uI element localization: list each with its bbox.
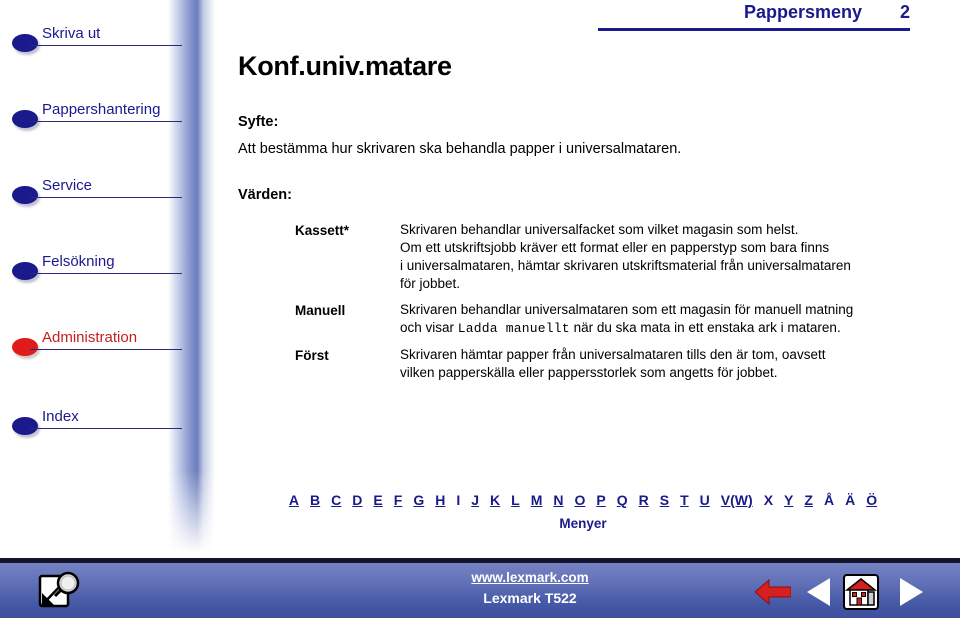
purpose-text: Att bestämma hur skrivaren ska behandla …	[238, 141, 682, 157]
alpha-link-t[interactable]: T	[680, 492, 689, 508]
values-table: Kassett* Skrivaren behandlar universalfac…	[295, 221, 925, 382]
alpha-link-s[interactable]: S	[660, 492, 669, 508]
sidebar-item-rule	[30, 121, 182, 122]
menyer-link[interactable]: Menyer	[559, 516, 606, 531]
home-icon[interactable]	[843, 574, 879, 610]
sidebar-item-label: Service	[42, 177, 93, 194]
alpha-link-h[interactable]: H	[435, 492, 445, 508]
value-description: Skrivaren behandlar universalfacket som …	[400, 221, 925, 293]
sidebar-item-label: Felsökning	[42, 253, 115, 270]
alpha-link-j[interactable]: J	[471, 492, 479, 508]
bullet-icon	[12, 417, 38, 435]
printer-model-label: Lexmark T522	[483, 590, 577, 606]
alpha-link-q[interactable]: Q	[617, 492, 628, 508]
page-header: Pappersmeny 2	[598, 0, 918, 36]
alpha-link-ö[interactable]: Ö	[866, 492, 877, 508]
header-divider	[598, 28, 910, 31]
alpha-link-e[interactable]: E	[373, 492, 382, 508]
back-arrow-icon[interactable]	[754, 577, 792, 607]
alpha-link-vw[interactable]: V(W)	[721, 492, 753, 508]
bullet-icon	[12, 110, 38, 128]
sidebar-item-label: Administration	[42, 329, 138, 346]
value-description-line: i universalmataren, hämtar skrivaren uts…	[400, 258, 851, 273]
alpha-link-b[interactable]: B	[310, 492, 320, 508]
footer-bar: www.lexmark.com Lexmark T522	[0, 558, 960, 618]
sidebar-item-label: Index	[42, 408, 79, 425]
bullet-icon	[12, 262, 38, 280]
value-description-line: för jobbet.	[400, 276, 461, 291]
alpha-link-o[interactable]: O	[575, 492, 586, 508]
sidebar-item-rule	[30, 428, 182, 429]
alpha-link-p[interactable]: P	[596, 492, 605, 508]
alpha-link-a[interactable]: A	[289, 492, 299, 508]
sidebar-item-rule	[30, 349, 182, 350]
sidebar-item-administration[interactable]: Administration	[0, 329, 200, 359]
alpha-link-f[interactable]: F	[394, 492, 403, 508]
value-name: Manuell	[295, 303, 346, 318]
text-segment: när du ska mata in ett enstaka ark i mat…	[569, 320, 841, 335]
value-name: Kassett*	[295, 223, 350, 238]
alpha-link-u[interactable]: U	[700, 492, 710, 508]
alphabet-letters: A B C D E F G H I J K L M N O P Q R S T U V(W) X Y Z Å Ä Ö	[238, 492, 928, 508]
page-number: 2	[899, 2, 910, 22]
document-title: Konf.univ.matare	[238, 51, 452, 81]
search-icon[interactable]	[38, 571, 82, 613]
alpha-link-k[interactable]: K	[490, 492, 500, 508]
value-description-line: Om ett utskriftsjobb kräver ett format e…	[400, 240, 830, 255]
alpha-link-i[interactable]: I	[456, 492, 460, 508]
alpha-link-x[interactable]: X	[764, 492, 773, 508]
alpha-link-y[interactable]: Y	[784, 492, 793, 508]
value-description-line: och visar Ladda manuellt när du ska mata…	[400, 319, 925, 338]
next-page-icon[interactable]	[898, 577, 924, 607]
sidebar-item-label: Skriva ut	[42, 25, 101, 42]
lexmark-website-link[interactable]: www.lexmark.com	[430, 570, 630, 585]
document-page: Skriva ut Pappershantering Service Felsö…	[0, 0, 960, 618]
alpha-link-å[interactable]: Å	[824, 492, 834, 508]
value-row: Först Skrivaren hämtar papper från univer…	[295, 346, 925, 382]
sidebar-item-pappershantering[interactable]: Pappershantering	[0, 101, 200, 131]
display-message-text: Ladda manuellt	[457, 321, 570, 336]
alpha-link-c[interactable]: C	[331, 492, 341, 508]
sidebar-item-rule	[30, 273, 182, 274]
sidebar-item-label: Pappershantering	[42, 101, 161, 118]
bullet-icon	[12, 34, 38, 52]
values-heading: Värden:	[238, 187, 292, 203]
alpha-link-z[interactable]: Z	[804, 492, 813, 508]
main-content: Konf.univ.matare Syfte: Att bestämma hur…	[238, 50, 938, 390]
alpha-link-n[interactable]: N	[553, 492, 563, 508]
value-description-line: Skrivaren hämtar papper från universalma…	[400, 347, 826, 362]
alpha-link-ä[interactable]: Ä	[845, 492, 855, 508]
value-description-line: Skrivaren behandlar universalmataren som…	[400, 302, 854, 317]
value-description: Skrivaren behandlar universalmataren som…	[400, 301, 925, 338]
alpha-link-m[interactable]: M	[531, 492, 543, 508]
purpose-heading: Syfte:	[238, 114, 279, 130]
sidebar-item-skriva-ut[interactable]: Skriva ut	[0, 25, 200, 55]
alpha-link-g[interactable]: G	[413, 492, 424, 508]
sidebar-item-index[interactable]: Index	[0, 408, 200, 438]
bullet-icon-active	[12, 338, 38, 356]
sidebar: Skriva ut Pappershantering Service Felsö…	[0, 0, 215, 560]
value-row: Manuell Skrivaren behandlar universalmata…	[295, 301, 925, 338]
value-description-line: Skrivaren behandlar universalfacket som …	[400, 222, 799, 237]
sidebar-item-felsokning[interactable]: Felsökning	[0, 253, 200, 283]
bullet-icon	[12, 186, 38, 204]
alphabet-index: A B C D E F G H I J K L M N O P Q R S T U V(W) X Y Z Å Ä Ö Menyer	[238, 492, 928, 533]
alpha-link-l[interactable]: L	[511, 492, 520, 508]
previous-page-icon[interactable]	[806, 577, 832, 607]
alpha-link-r[interactable]: R	[639, 492, 649, 508]
page-title: Pappersmeny	[743, 2, 862, 22]
text-segment: och visar	[400, 320, 458, 335]
sidebar-item-rule	[30, 197, 182, 198]
value-description-line: vilken papperskälla eller pappersstorlek…	[400, 365, 778, 380]
value-description: Skrivaren hämtar papper från universalma…	[400, 346, 925, 382]
value-name: Först	[295, 348, 329, 363]
value-row: Kassett* Skrivaren behandlar universalfac…	[295, 221, 925, 293]
sidebar-item-service[interactable]: Service	[0, 177, 200, 207]
alpha-link-d[interactable]: D	[352, 492, 362, 508]
sidebar-item-rule	[30, 45, 182, 46]
